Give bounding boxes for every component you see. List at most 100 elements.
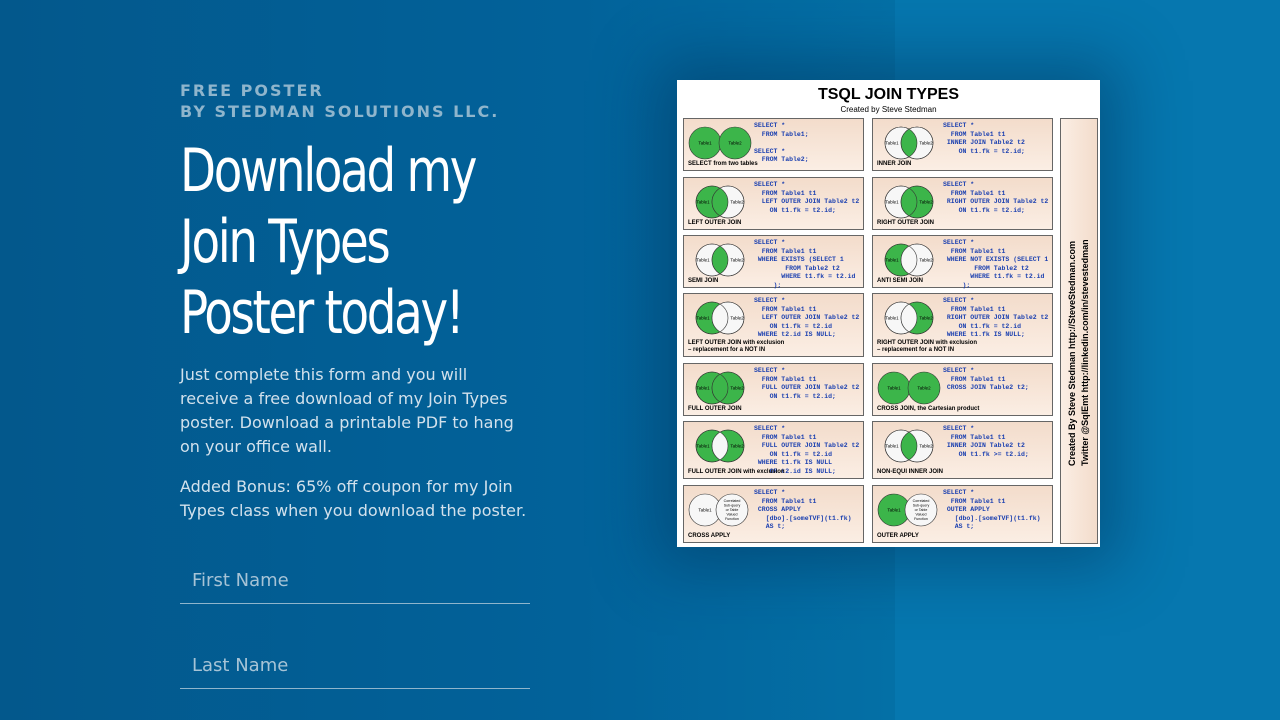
svg-text:Function: Function xyxy=(914,517,928,521)
svg-text:Sub-query: Sub-query xyxy=(724,504,741,508)
join-type-label: CROSS APPLY xyxy=(688,533,731,539)
sql-code: SELECT * FROM Table1 t1 RIGHT OUTER JOIN… xyxy=(943,297,1049,338)
venn-diagram: Table1 CorrelatedSub-queryor TableValuedF… xyxy=(688,493,749,527)
join-type-label: RIGHT OUTER JOIN xyxy=(877,220,935,226)
sql-code: SELECT * FROM Table1 t1 OUTER APPLY [dbo… xyxy=(943,489,1041,530)
side-text-line-1: Created By Steve Stedman http://SteveSte… xyxy=(1067,240,1077,466)
poster-cell: Table1 Table2 SELECT * FROM Table1 t1 LEFT… xyxy=(683,177,864,230)
first-name-input[interactable] xyxy=(180,557,530,603)
eyebrow-line-1: FREE POSTER xyxy=(180,81,324,100)
poster-cell: Table1 Table2 SELECT * FROM Table1 t1 INNE… xyxy=(872,421,1053,479)
poster-cell: Table1 Table2 SELECT * FROM Table1 t1 CROS… xyxy=(872,363,1053,416)
svg-text:Table2: Table2 xyxy=(919,200,933,205)
sql-code: SELECT * FROM Table1; SELECT * FROM Tabl… xyxy=(754,122,809,163)
join-type-label: SELECT from two tables xyxy=(688,161,758,167)
svg-text:Table1: Table1 xyxy=(885,444,899,449)
join-type-label: CROSS JOIN, the Cartesian product xyxy=(877,406,980,412)
svg-text:Table1: Table1 xyxy=(698,508,712,513)
join-types-poster-image: TSQL JOIN TYPES Created by Steve Stedman… xyxy=(677,80,1100,547)
venn-diagram: Table1 Table2 xyxy=(877,371,941,405)
svg-text:Table1: Table1 xyxy=(885,141,899,146)
join-type-label: OUTER APPLY xyxy=(877,533,919,539)
svg-text:Table2: Table2 xyxy=(728,141,742,146)
svg-text:Function: Function xyxy=(725,517,739,521)
poster-cell: Table1 Table2 SELECT * FROM Table1 t1 INNE… xyxy=(872,118,1053,171)
svg-text:or Table: or Table xyxy=(915,508,928,512)
svg-text:Table2: Table2 xyxy=(730,258,744,263)
svg-text:Table1: Table1 xyxy=(696,444,710,449)
svg-text:Table2: Table2 xyxy=(730,386,744,391)
venn-diagram: Table1 Table2 xyxy=(695,301,745,335)
venn-diagram: Table1 Table2 xyxy=(884,243,934,277)
svg-text:Valued: Valued xyxy=(916,513,927,517)
svg-text:Sub-query: Sub-query xyxy=(913,504,930,508)
sql-code: SELECT * FROM Table1 t1 CROSS JOIN Table… xyxy=(943,367,1029,391)
venn-diagram: Table1 Table2 xyxy=(695,243,745,277)
join-type-label: FULL OUTER JOIN with exclusion xyxy=(688,469,785,475)
svg-text:Table1: Table1 xyxy=(885,258,899,263)
svg-text:Table2: Table2 xyxy=(919,444,933,449)
venn-diagram: Table1 Table2 xyxy=(884,301,934,335)
svg-text:Table2: Table2 xyxy=(917,386,931,391)
svg-text:Table1: Table1 xyxy=(696,258,710,263)
svg-text:Table2: Table2 xyxy=(919,258,933,263)
sql-code: SELECT * FROM Table1 t1 WHERE NOT EXISTS… xyxy=(943,239,1049,289)
join-type-label: INNER JOIN xyxy=(877,161,912,167)
sql-code: SELECT * FROM Table1 t1 WHERE EXISTS (SE… xyxy=(754,239,856,289)
poster-cell: Table1 Table2 SELECT * FROM Table1; SELECT… xyxy=(683,118,864,171)
svg-text:Table2: Table2 xyxy=(730,444,744,449)
join-type-label: LEFT OUTER JOIN xyxy=(688,220,742,226)
svg-text:Correlated: Correlated xyxy=(724,499,741,503)
svg-text:Table1: Table1 xyxy=(696,386,710,391)
join-type-label: ANTI SEMI JOIN xyxy=(877,278,924,284)
poster-subtitle: Created by Steve Stedman xyxy=(840,105,937,114)
poster-cell: Table1 Table2 SELECT * FROM Table1 t1 WHER… xyxy=(683,235,864,289)
svg-text:Table1: Table1 xyxy=(887,386,901,391)
sql-code: SELECT * FROM Table1 t1 INNER JOIN Table… xyxy=(943,122,1025,155)
bonus-paragraph: Added Bonus: 65% off coupon for my Join … xyxy=(180,477,527,520)
svg-text:Table1: Table1 xyxy=(698,141,712,146)
headline-line-2: Join Types xyxy=(180,207,391,277)
venn-diagram: Table1 Table2 xyxy=(695,429,745,463)
headline-line-1: Download my xyxy=(180,136,477,206)
headline-line-3: Poster today! xyxy=(180,278,465,348)
svg-text:Table1: Table1 xyxy=(696,316,710,321)
intro-section: FREE POSTER BY STEDMAN SOLUTIONS LLC. Do… xyxy=(180,80,540,689)
last-name-input[interactable] xyxy=(180,642,530,688)
join-type-label: FULL OUTER JOIN xyxy=(688,406,742,412)
svg-text:Table1: Table1 xyxy=(885,316,899,321)
svg-text:Table2: Table2 xyxy=(919,141,933,146)
venn-diagram: Table1 Table2 xyxy=(884,126,934,160)
sql-code: SELECT * FROM Table1 t1 INNER JOIN Table… xyxy=(943,425,1029,458)
svg-text:Valued: Valued xyxy=(727,513,738,517)
intro-paragraph: Just complete this form and you will rec… xyxy=(180,365,514,456)
poster-side-text: Created By Steve Stedman http://SteveSte… xyxy=(1066,196,1092,466)
svg-text:or Table: or Table xyxy=(726,508,739,512)
join-type-label: RIGHT OUTER JOIN with exclusion – replac… xyxy=(877,340,978,353)
poster-title: TSQL JOIN TYPES xyxy=(817,86,960,103)
poster-side-banner: Created By Steve Stedman http://SteveSte… xyxy=(1060,118,1098,544)
poster-cell: Table1 Table2 SELECT * FROM Table1 t1 FULL… xyxy=(683,421,864,479)
svg-text:Table2: Table2 xyxy=(730,316,744,321)
svg-text:Table1: Table1 xyxy=(696,200,710,205)
svg-text:Table2: Table2 xyxy=(730,200,744,205)
poster-cell: Table1 Table2 SELECT * FROM Table1 t1 RIGH… xyxy=(872,293,1053,357)
venn-diagram: Table1 Table2 xyxy=(688,126,752,160)
venn-diagram: Table1 Table2 xyxy=(884,429,934,463)
join-type-label: NON-EQUI INNER JOIN xyxy=(877,469,944,475)
poster-cell: Table1 Correlated Sub-query or Table Valued F… xyxy=(872,485,1053,543)
venn-diagram: Table1 CorrelatedSub-queryor TableValuedF… xyxy=(877,493,938,527)
page-title: Download my Join Types Poster today! xyxy=(180,136,508,349)
first-name-field xyxy=(180,557,530,604)
svg-text:Table1: Table1 xyxy=(885,200,899,205)
poster-cell: Table1 Table2 SELECT * FROM Table1 t1 LEFT… xyxy=(683,293,864,357)
poster-cell: Table1 Table2 SELECT * FROM Table1 t1 WHER… xyxy=(872,235,1053,289)
last-name-field xyxy=(180,642,530,689)
venn-diagram: Table1 Table2 xyxy=(695,185,745,219)
sql-code: SELECT * FROM Table1 t1 CROSS APPLY [dbo… xyxy=(754,489,852,530)
venn-diagram: Table1 Table2 xyxy=(884,185,934,219)
side-text-line-2: Twitter @SqlEmt http://linkedin.com/in/s… xyxy=(1080,239,1090,466)
poster-cell: Table1 Correlated Sub-query or Table Valued F… xyxy=(683,485,864,543)
sql-code: SELECT * FROM Table1 t1 RIGHT OUTER JOIN… xyxy=(943,181,1049,214)
venn-diagram: Table1 Table2 xyxy=(695,371,745,405)
